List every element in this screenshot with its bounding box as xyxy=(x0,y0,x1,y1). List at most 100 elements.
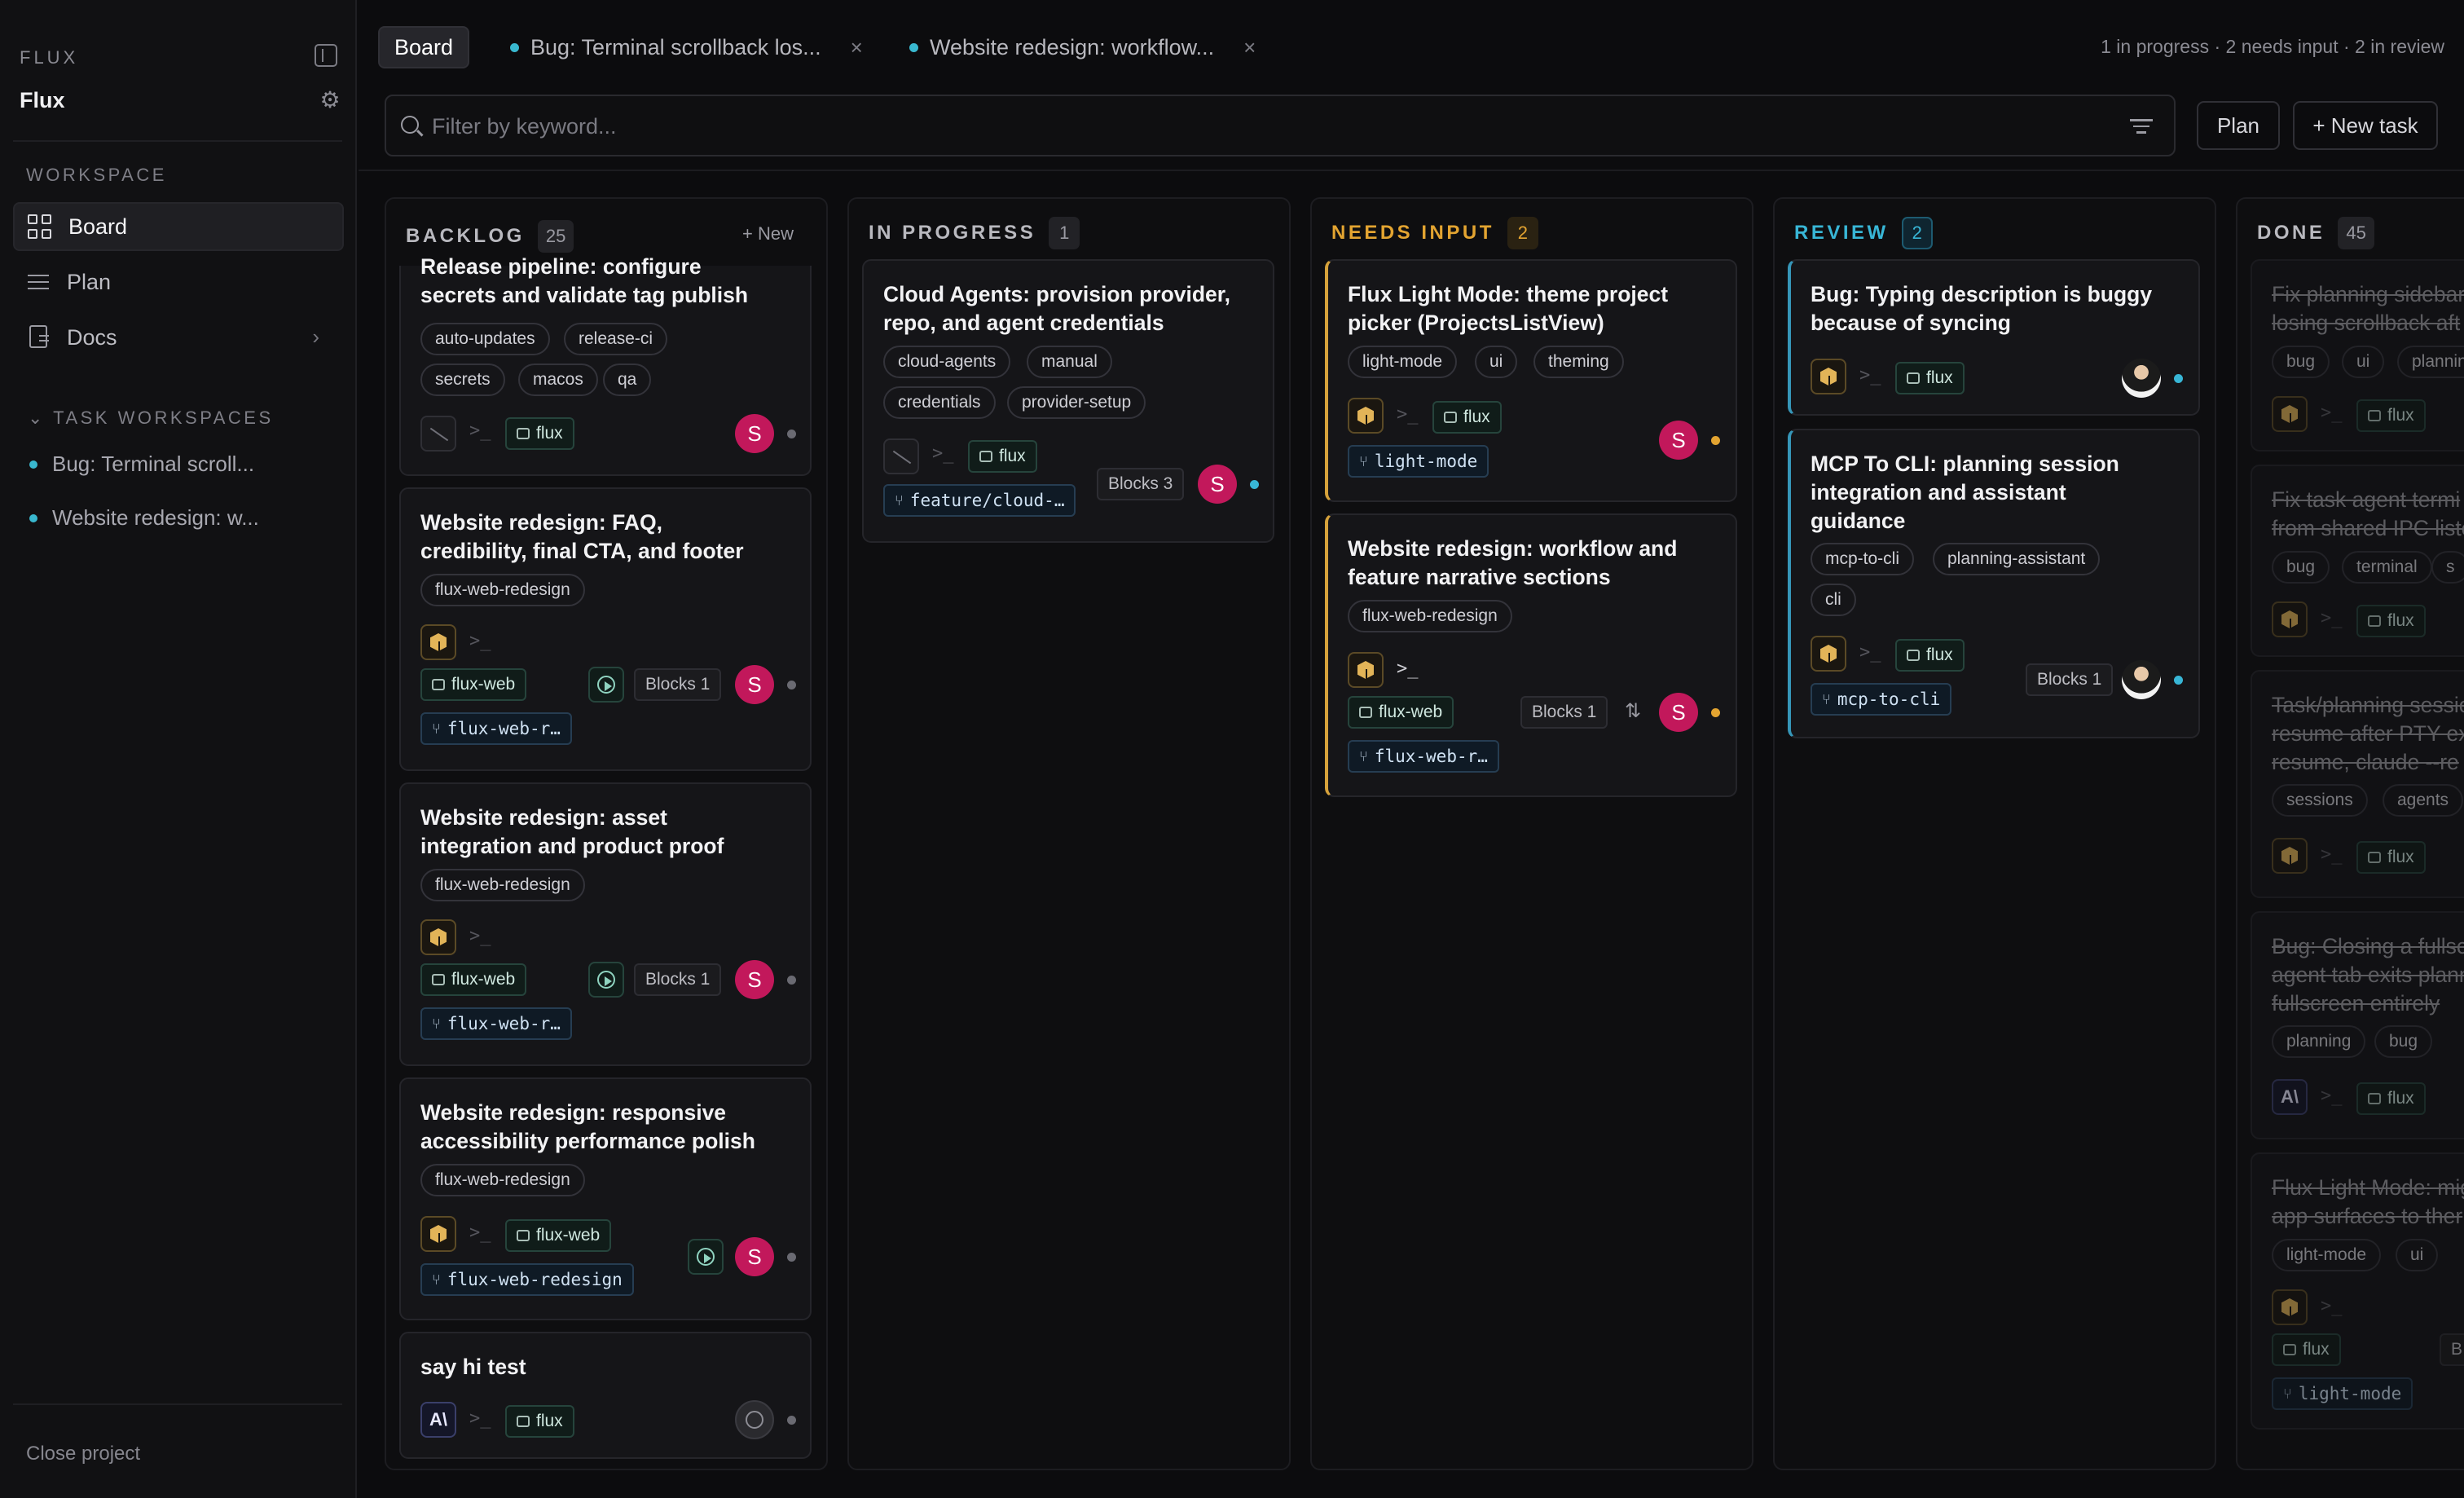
task-card[interactable]: Task/planning sessio resume after PTY ex… xyxy=(2251,670,2464,898)
branch-chip[interactable]: ⑂ feature/cloud-… xyxy=(883,484,1076,517)
package-icon xyxy=(1348,398,1384,434)
status-dot xyxy=(787,430,796,438)
task-workspace-item[interactable]: Bug: Terminal scroll... xyxy=(29,452,254,477)
repo-chip[interactable]: flux xyxy=(1895,639,1965,672)
card-title: Fix task agent termi from shared IPC lis… xyxy=(2272,487,2464,540)
task-card[interactable]: Release pipeline: configure secrets and … xyxy=(399,254,812,476)
unassigned-avatar-icon[interactable] xyxy=(735,1400,774,1439)
tab-website-redesign[interactable]: Website redesign: workflow... × xyxy=(909,26,1256,68)
package-icon xyxy=(420,919,456,955)
task-card[interactable]: Bug: Typing description is buggy because… xyxy=(1788,259,2200,416)
assignee-avatar[interactable]: S xyxy=(1198,465,1237,504)
repo-chip[interactable]: flux xyxy=(505,1405,574,1438)
repo-chip[interactable]: flux xyxy=(2356,1082,2426,1115)
branch-chip[interactable]: ⑂ mcp-to-cli xyxy=(1811,683,1952,716)
new-card-button[interactable]: + New xyxy=(742,223,794,245)
close-icon[interactable]: × xyxy=(1243,35,1256,60)
git-branch-icon: ⑂ xyxy=(1822,690,1831,708)
tag-chip: secrets xyxy=(420,363,505,396)
folder-icon xyxy=(1907,650,1920,661)
nav-item-board[interactable]: Board xyxy=(13,202,344,251)
filter-icon[interactable] xyxy=(2130,119,2153,138)
tag-chip: auto-updates xyxy=(420,323,550,355)
play-icon[interactable] xyxy=(688,1239,724,1275)
tag-chip: manual xyxy=(1027,346,1112,378)
branch-chip[interactable]: ⑂ light-mode xyxy=(2272,1377,2413,1410)
repo-chip[interactable]: flux-web xyxy=(505,1219,612,1252)
assignee-avatar[interactable]: S xyxy=(1659,421,1698,460)
branch-chip[interactable]: ⑂ flux-web-r… xyxy=(1348,740,1499,773)
repo-chip[interactable]: flux xyxy=(1895,362,1965,394)
close-icon[interactable]: × xyxy=(851,35,863,60)
nav-item-plan[interactable]: Plan xyxy=(13,258,344,306)
sidebar-collapse-icon[interactable] xyxy=(315,44,337,67)
task-card[interactable]: Website redesign: workflow and feature n… xyxy=(1325,513,1737,797)
chevron-right-icon[interactable]: › xyxy=(312,324,319,350)
card-title: Website redesign: asset integration and … xyxy=(420,805,724,858)
repo-chip[interactable]: flux-web xyxy=(420,963,527,996)
assignee-avatar[interactable]: S xyxy=(1659,693,1698,732)
new-task-button[interactable]: + New task xyxy=(2293,101,2438,150)
task-card[interactable]: Fix planning sidebar losing scrollback a… xyxy=(2251,259,2464,452)
nav-item-docs[interactable]: Docs › xyxy=(13,313,344,362)
assignee-avatar[interactable]: S xyxy=(735,960,774,999)
folder-icon xyxy=(1359,707,1372,718)
tag-chip: cloud-agents xyxy=(883,346,1011,378)
card-title: Release pipeline: configure secrets and … xyxy=(420,254,749,307)
repo-chip[interactable]: flux-web xyxy=(420,668,527,701)
card-title: Flux Light Mode: mig app surfaces to the… xyxy=(2272,1175,2464,1228)
repo-chip[interactable]: flux-web xyxy=(1348,696,1454,729)
nav-item-label: Board xyxy=(68,214,128,239)
task-card[interactable]: say hi test A\ >_ flux xyxy=(399,1332,812,1459)
branch-chip[interactable]: ⑂ flux-web-r… xyxy=(420,712,572,745)
nav-item-label: Docs xyxy=(67,324,117,350)
plan-button[interactable]: Plan xyxy=(2197,101,2280,150)
repo-chip[interactable]: flux xyxy=(1432,401,1502,434)
task-card[interactable]: MCP To CLI: planning session integration… xyxy=(1788,429,2200,738)
task-card[interactable]: Website redesign: responsive accessibili… xyxy=(399,1077,812,1320)
status-dot xyxy=(787,976,796,985)
repo-chip[interactable]: flux xyxy=(968,440,1037,473)
git-branch-icon: ⑂ xyxy=(1359,747,1368,765)
filter-input[interactable]: Filter by keyword... xyxy=(385,95,2176,156)
task-card[interactable]: Flux Light Mode: mig app surfaces to the… xyxy=(2251,1152,2464,1430)
task-card[interactable]: Bug: Closing a fullsc agent tab exits pl… xyxy=(2251,911,2464,1139)
branch-chip[interactable]: ⑂ flux-web-r… xyxy=(420,1007,572,1040)
play-icon[interactable] xyxy=(588,962,624,998)
branch-chip[interactable]: ⑂ light-mode xyxy=(1348,445,1489,478)
repo-chip[interactable]: flux xyxy=(505,417,574,450)
task-card[interactable]: Cloud Agents: provision provider, repo, … xyxy=(862,259,1274,543)
assignee-avatar[interactable]: S xyxy=(735,1237,774,1276)
task-workspace-item[interactable]: Website redesign: w... xyxy=(29,505,259,531)
header-divider xyxy=(359,170,2464,171)
tab-board[interactable]: Board xyxy=(378,26,469,68)
git-branch-icon: ⑂ xyxy=(432,720,441,738)
task-card[interactable]: Flux Light Mode: theme project picker (P… xyxy=(1325,259,1737,502)
assignee-avatar[interactable]: S xyxy=(735,665,774,704)
card-title: Task/planning sessio resume after PTY ex… xyxy=(2272,693,2464,774)
repo-chip[interactable]: flux xyxy=(2356,399,2426,432)
status-dot xyxy=(1711,708,1720,717)
settings-gear-icon[interactable]: ⚙ xyxy=(318,88,342,112)
close-project-link[interactable]: Close project xyxy=(26,1443,140,1465)
assignee-avatar[interactable] xyxy=(2122,359,2161,398)
task-card[interactable]: Website redesign: FAQ, credibility, fina… xyxy=(399,487,812,771)
tag-chip: ui xyxy=(2342,346,2385,378)
repo-chip[interactable]: flux xyxy=(2356,841,2426,874)
branch-chip[interactable]: ⑂ flux-web-redesign xyxy=(420,1263,634,1296)
terminal-icon: >_ xyxy=(2321,844,2343,865)
folder-icon xyxy=(2368,1093,2381,1104)
status-dot xyxy=(1250,480,1259,489)
pull-request-icon[interactable]: ⇅ xyxy=(1625,699,1641,723)
task-card[interactable]: Fix task agent termi from shared IPC lis… xyxy=(2251,465,2464,657)
tag-chip: flux-web-redesign xyxy=(1348,600,1512,632)
project-name: Flux xyxy=(20,88,65,112)
folder-icon xyxy=(2368,410,2381,421)
repo-chip[interactable]: flux xyxy=(2356,605,2426,637)
tab-terminal-bug[interactable]: Bug: Terminal scrollback los... × xyxy=(510,26,863,68)
play-icon[interactable] xyxy=(588,667,624,703)
assignee-avatar[interactable] xyxy=(2122,660,2161,699)
repo-chip[interactable]: flux xyxy=(2272,1333,2341,1366)
task-card[interactable]: Website redesign: asset integration and … xyxy=(399,782,812,1066)
assignee-avatar[interactable]: S xyxy=(735,414,774,453)
